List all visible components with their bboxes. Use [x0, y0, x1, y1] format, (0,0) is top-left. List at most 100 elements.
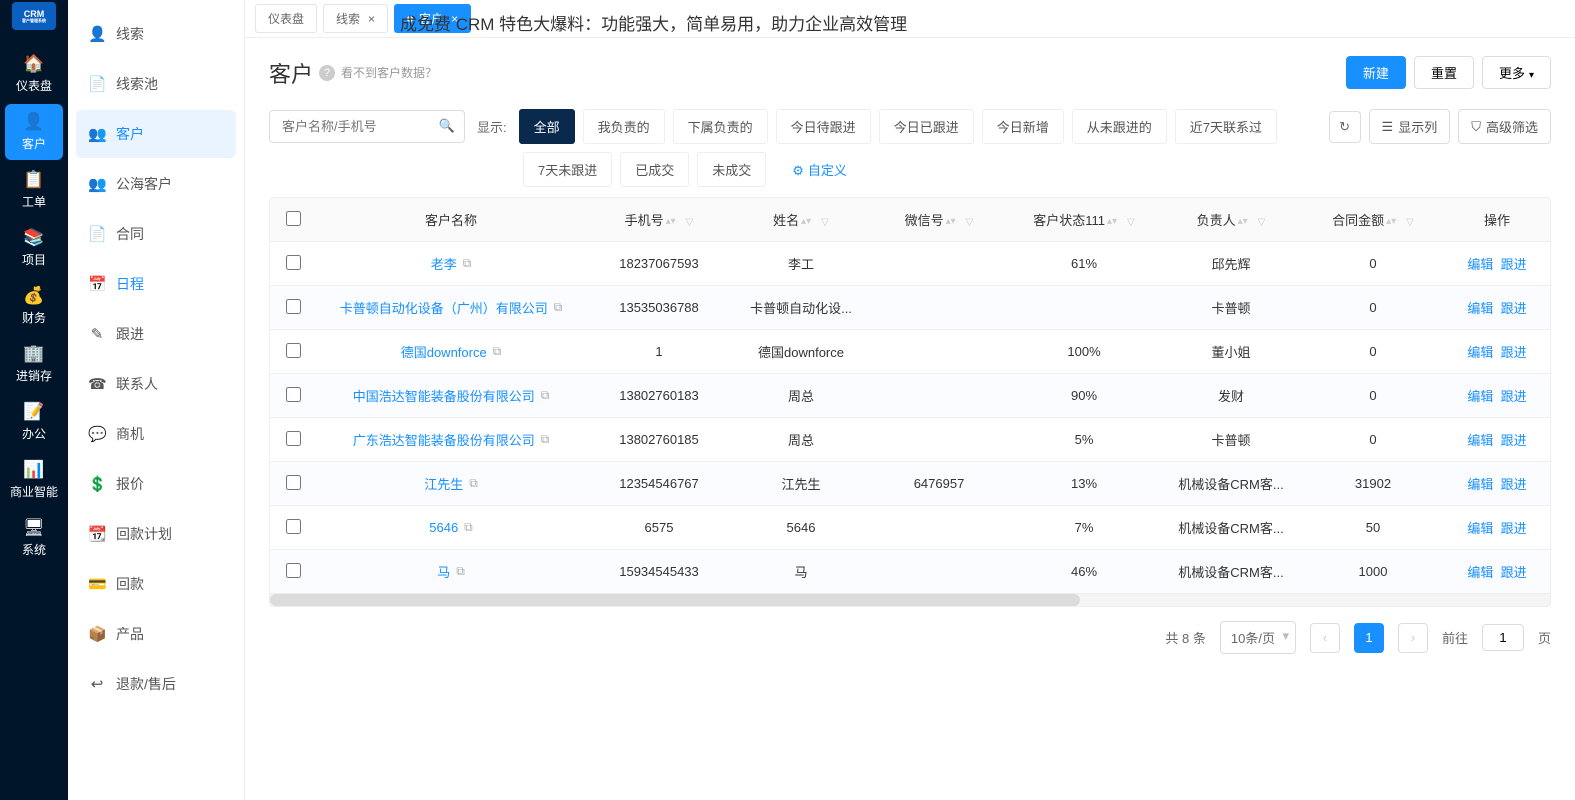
columns-button[interactable]: ☰显示列 [1369, 109, 1451, 144]
rail-item-商业智能[interactable]: 📊商业智能 [5, 452, 63, 508]
filter-pill-已成交[interactable]: 已成交 [620, 152, 689, 187]
follow-link[interactable]: 跟进 [1501, 521, 1527, 536]
row-checkbox[interactable] [286, 519, 301, 534]
sort-icon[interactable]: ▴▾ [1238, 219, 1248, 225]
rail-item-财务[interactable]: 💰财务 [5, 278, 63, 334]
copy-icon[interactable]: ⧉ [541, 388, 550, 403]
search-input[interactable] [269, 110, 465, 143]
filter-icon[interactable]: ▽ [1258, 217, 1266, 228]
sidebar-item-跟进[interactable]: ✎跟进 [76, 310, 236, 358]
refresh-button[interactable]: ↻ [1329, 111, 1361, 143]
copy-icon[interactable]: ⧉ [463, 256, 472, 271]
copy-icon[interactable]: ⧉ [456, 564, 465, 579]
search-icon[interactable]: 🔍 [439, 118, 455, 134]
rail-item-项目[interactable]: 📚项目 [5, 220, 63, 276]
follow-link[interactable]: 跟进 [1501, 345, 1527, 360]
filter-pill-全部[interactable]: 全部 [519, 109, 575, 144]
customer-name-link[interactable]: 江先生 [424, 474, 463, 493]
follow-link[interactable]: 跟进 [1501, 565, 1527, 580]
page-hint[interactable]: 看不到客户数据？ [341, 64, 437, 81]
edit-link[interactable]: 编辑 [1467, 257, 1493, 272]
copy-icon[interactable]: ⧉ [554, 300, 563, 315]
filter-pill-下属负责的[interactable]: 下属负责的 [673, 109, 768, 144]
col-header-操作[interactable]: 操作 [1444, 198, 1550, 242]
sidebar-item-回款[interactable]: 💳回款 [76, 560, 236, 608]
sidebar-item-商机[interactable]: 💬商机 [76, 410, 236, 458]
filter-pill-今日已跟进[interactable]: 今日已跟进 [879, 109, 974, 144]
sidebar-item-线索[interactable]: 👤线索 [76, 10, 236, 58]
edit-link[interactable]: 编辑 [1467, 521, 1493, 536]
row-checkbox[interactable] [286, 343, 301, 358]
pager-next[interactable]: › [1398, 623, 1428, 653]
sidebar-item-回款计划[interactable]: 📆回款计划 [76, 510, 236, 558]
col-header-姓名[interactable]: 姓名▴▾▽ [732, 198, 870, 242]
pager-page-1[interactable]: 1 [1354, 623, 1384, 653]
filter-pill-我负责的[interactable]: 我负责的 [583, 109, 665, 144]
sort-icon[interactable]: ▴▾ [801, 219, 811, 225]
col-header-负责人[interactable]: 负责人▴▾▽ [1160, 198, 1302, 242]
filter-icon[interactable]: ▽ [1127, 217, 1135, 228]
edit-link[interactable]: 编辑 [1467, 477, 1493, 492]
page-size-select[interactable]: 10条/页 [1220, 621, 1296, 654]
filter-pill-从未跟进的[interactable]: 从未跟进的 [1072, 109, 1167, 144]
more-button[interactable]: 更多▾ [1482, 56, 1551, 89]
filter-icon[interactable]: ▽ [1406, 217, 1414, 228]
copy-icon[interactable]: ⧉ [464, 520, 473, 535]
edit-link[interactable]: 编辑 [1467, 345, 1493, 360]
sort-icon[interactable]: ▴▾ [1107, 219, 1117, 225]
tab-线索[interactable]: 线索× [323, 4, 388, 33]
filter-icon[interactable]: ▽ [821, 217, 829, 228]
customer-name-link[interactable]: 5646 [429, 520, 458, 535]
table-scrollbar[interactable] [270, 594, 1550, 606]
advanced-filter-button[interactable]: ⛉高级筛选 [1458, 109, 1551, 144]
new-button[interactable]: 新建 [1346, 56, 1406, 89]
col-header-微信号[interactable]: 微信号▴▾▽ [870, 198, 1008, 242]
pager-prev[interactable]: ‹ [1310, 623, 1340, 653]
pager-goto-input[interactable] [1482, 624, 1524, 651]
customer-name-link[interactable]: 德国downforce [401, 342, 487, 361]
edit-link[interactable]: 编辑 [1467, 301, 1493, 316]
sidebar-item-退款/售后[interactable]: ↩退款/售后 [76, 660, 236, 708]
select-all-checkbox[interactable] [286, 211, 301, 226]
customer-name-link[interactable]: 老李 [431, 254, 457, 273]
col-header-客户名称[interactable]: 客户名称 [316, 198, 586, 242]
filter-pill-近7天联系过[interactable]: 近7天联系过 [1175, 109, 1277, 144]
tab-仪表盘[interactable]: 仪表盘 [255, 4, 317, 33]
customer-name-link[interactable]: 广东浩达智能装备股份有限公司 [353, 430, 535, 449]
col-header-合同金额[interactable]: 合同金额▴▾▽ [1302, 198, 1444, 242]
customer-name-link[interactable]: 马 [437, 562, 450, 581]
rail-item-办公[interactable]: 📝办公 [5, 394, 63, 450]
help-icon[interactable]: ? [319, 65, 335, 81]
follow-link[interactable]: 跟进 [1501, 257, 1527, 272]
copy-icon[interactable]: ⧉ [541, 432, 550, 447]
row-checkbox[interactable] [286, 299, 301, 314]
sidebar-item-公海客户[interactable]: 👥公海客户 [76, 160, 236, 208]
customer-name-link[interactable]: 中国浩达智能装备股份有限公司 [353, 386, 535, 405]
copy-icon[interactable]: ⧉ [469, 476, 478, 491]
rail-item-客户[interactable]: 👤客户 [5, 104, 63, 160]
sidebar-item-日程[interactable]: 📅日程 [76, 260, 236, 308]
copy-icon[interactable]: ⧉ [493, 344, 502, 359]
scrollbar-thumb[interactable] [270, 594, 1080, 606]
filter-icon[interactable]: ▽ [966, 217, 974, 228]
rail-item-系统[interactable]: 🖥系统 [5, 510, 63, 566]
sidebar-item-产品[interactable]: 📦产品 [76, 610, 236, 658]
follow-link[interactable]: 跟进 [1501, 477, 1527, 492]
follow-link[interactable]: 跟进 [1501, 433, 1527, 448]
row-checkbox[interactable] [286, 387, 301, 402]
edit-link[interactable]: 编辑 [1467, 389, 1493, 404]
filter-pill-今日待跟进[interactable]: 今日待跟进 [776, 109, 871, 144]
row-checkbox[interactable] [286, 475, 301, 490]
sidebar-item-联系人[interactable]: ☎联系人 [76, 360, 236, 408]
row-checkbox[interactable] [286, 431, 301, 446]
sidebar-item-线索池[interactable]: 📄线索池 [76, 60, 236, 108]
sidebar-item-客户[interactable]: 👥客户 [76, 110, 236, 158]
filter-pill-今日新增[interactable]: 今日新增 [982, 109, 1064, 144]
rail-item-工单[interactable]: 📋工单 [5, 162, 63, 218]
filter-pill-7天未跟进[interactable]: 7天未跟进 [523, 152, 612, 187]
follow-link[interactable]: 跟进 [1501, 389, 1527, 404]
filter-icon[interactable]: ▽ [686, 217, 694, 228]
sidebar-item-合同[interactable]: 📄合同 [76, 210, 236, 258]
sort-icon[interactable]: ▴▾ [946, 219, 956, 225]
sort-icon[interactable]: ▴▾ [1386, 219, 1396, 225]
